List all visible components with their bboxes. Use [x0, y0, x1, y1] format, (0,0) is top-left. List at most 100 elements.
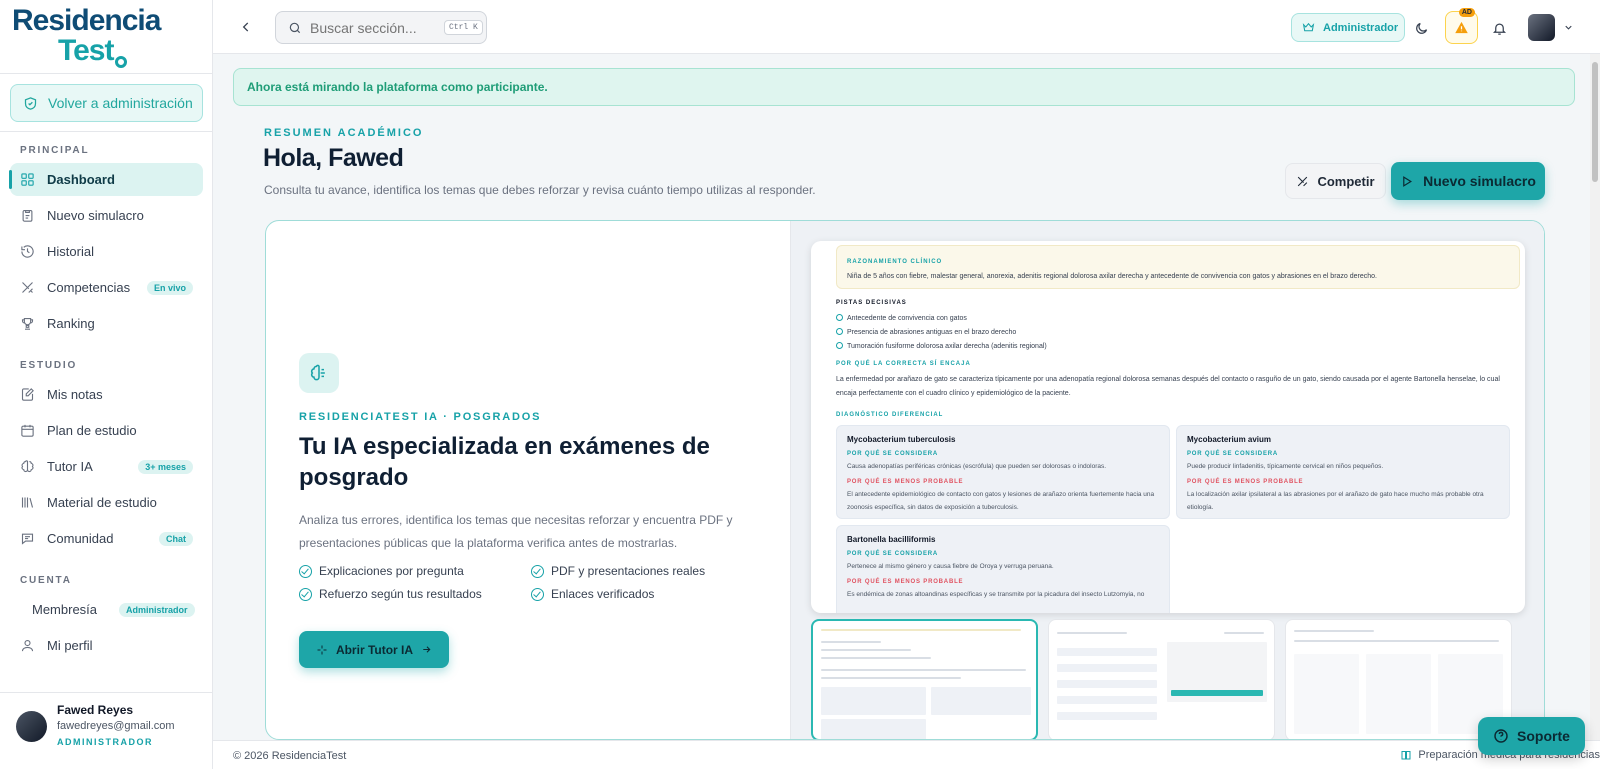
calendar-icon [21, 424, 34, 437]
clinical-reasoning-box: RAZONAMIENTO CLÍNICO Niña de 5 años con … [836, 245, 1520, 289]
page-subtitle: Consulta tu avance, identifica los temas… [264, 183, 816, 197]
search-shortcut: Ctrl K [444, 20, 483, 35]
check-circle-icon [836, 342, 843, 349]
sidebar: Residencia Test Volver a administración … [0, 0, 213, 769]
chat-icon [21, 533, 34, 545]
section-title-estudio: ESTUDIO [20, 360, 78, 371]
sidebar-item-label: Tutor IA [47, 459, 93, 474]
preview-panel: RAZONAMIENTO CLÍNICO Niña de 5 años con … [790, 221, 1544, 739]
check-circle-icon [836, 328, 843, 335]
sidebar-item-plan-de-estudio[interactable]: Plan de estudio [10, 414, 203, 447]
warning-button[interactable]: AD [1445, 8, 1478, 44]
sidebar-item-comunidad[interactable]: Comunidad Chat [10, 522, 203, 555]
open-tutor-button[interactable]: Abrir Tutor IA [299, 631, 449, 668]
notifications-button[interactable] [1484, 13, 1514, 43]
card-name: Mycobacterium avium [1187, 435, 1272, 444]
tutor-badge: 3+ meses [138, 459, 193, 474]
chevron-down-icon [1565, 25, 1572, 30]
open-tutor-label: Abrir Tutor IA [335, 642, 414, 657]
logo-text-test: Test [58, 36, 128, 68]
logo[interactable]: Residencia Test [0, 0, 212, 74]
search-box[interactable]: Ctrl K [275, 11, 487, 44]
swords-icon [22, 282, 33, 293]
check-circle-icon [299, 587, 312, 601]
warning-icon [1455, 21, 1468, 34]
chat-badge: Chat [159, 531, 193, 546]
bell-icon [1492, 23, 1506, 35]
section-title-cuenta: CUENTA [20, 575, 72, 586]
chevron-left-icon [242, 22, 249, 32]
admin-badge-small: Administrador [119, 602, 195, 617]
dashboard-grid-icon [21, 173, 34, 186]
card-text: Causa adenopatías periféricas crónicas (… [847, 463, 1107, 470]
admin-role-button[interactable]: Administrador [1291, 13, 1405, 42]
profile-name: Fawed Reyes [57, 703, 134, 717]
sidebar-item-label: Comunidad [47, 531, 114, 546]
scrollbar-thumb[interactable] [1592, 62, 1598, 182]
shield-icon [24, 96, 37, 110]
history-icon [21, 245, 34, 258]
sidebar-item-label: Competencias [47, 280, 131, 295]
new-simulation-label: Nuevo simulacro [1423, 173, 1536, 189]
brain-icon [299, 353, 339, 393]
preview-thumbnail[interactable] [811, 619, 1038, 739]
why-label: POR QUÉ SE CONSIDERA [1187, 451, 1279, 457]
search-input[interactable] [310, 19, 436, 36]
sidebar-item-mi-perfil[interactable]: Mi perfil [10, 629, 203, 662]
section-title-principal: PRINCIPAL [20, 145, 90, 156]
sidebar-item-label: Dashboard [47, 172, 115, 187]
profile-card[interactable]: Fawed Reyes fawedreyes@gmail.com ADMINIS… [0, 692, 213, 769]
sidebar-item-ranking[interactable]: Ranking [10, 307, 203, 340]
logo-text-residencia: Residencia [12, 4, 161, 37]
compete-button[interactable]: Competir [1285, 163, 1386, 199]
check-circle-icon [531, 564, 544, 578]
differential-card: Bartonella bacilliformis POR QUÉ SE CONS… [836, 525, 1170, 613]
brain-icon [21, 460, 34, 473]
card-name: Bartonella bacilliformis [847, 535, 936, 544]
card-text: Puede producir linfadenitis, típicamente… [1187, 463, 1384, 470]
support-button[interactable]: Soporte [1478, 717, 1585, 755]
hero-title: Tu IA especializada en exámenes de posgr… [299, 433, 710, 491]
avatar [16, 711, 47, 742]
correct-text: La enfermedad por arañazo de gato se car… [836, 376, 1500, 383]
less-label: POR QUÉ ES MENOS PROBABLE [847, 479, 964, 485]
feature-item: Refuerzo según tus resultados [299, 587, 482, 601]
sidebar-item-membresia[interactable]: Membresía Administrador [10, 593, 203, 626]
user-menu-button[interactable] [1528, 13, 1576, 42]
swords-icon [1298, 176, 1308, 186]
why-label: POR QUÉ SE CONSIDERA [847, 551, 939, 557]
profile-role: ADMINISTRADOR [57, 737, 153, 747]
sidebar-item-competencias[interactable]: Competencias En vivo [10, 271, 203, 304]
crown-icon [1302, 22, 1315, 32]
ai-tutor-hero: RESIDENCIATEST IA · POSGRADOS Tu IA espe… [265, 220, 1545, 740]
back-to-admin-button[interactable]: Volver a administración [10, 84, 203, 122]
sidebar-item-nuevo-simulacro[interactable]: Nuevo simulacro [10, 199, 203, 232]
sidebar-item-historial[interactable]: Historial [10, 235, 203, 268]
new-simulation-button[interactable]: Nuevo simulacro [1391, 162, 1545, 200]
hero-eyebrow: RESIDENCIATEST IA · POSGRADOS [299, 411, 542, 423]
less-label: POR QUÉ ES MENOS PROBABLE [847, 579, 964, 585]
sidebar-item-mis-notas[interactable]: Mis notas [10, 378, 203, 411]
notes-icon [21, 388, 34, 401]
preview-thumbnail[interactable] [1048, 619, 1275, 739]
live-badge: En vivo [146, 280, 193, 295]
sidebar-item-label: Material de estudio [47, 495, 157, 510]
sidebar-item-dashboard[interactable]: Dashboard [9, 163, 203, 196]
card-text: El antecedente epidemiológico de contact… [847, 491, 1155, 511]
sidebar-item-label: Membresía [32, 602, 98, 617]
theme-toggle-button[interactable] [1406, 13, 1436, 43]
copyright: © 2026 ResidenciaTest [233, 750, 347, 762]
hero-description: Analiza tus errores, identifica los tema… [299, 513, 733, 550]
sidebar-item-tutor-ia[interactable]: Tutor IA 3+ meses [10, 450, 203, 483]
check-circle-icon [299, 564, 312, 578]
sidebar-item-label: Plan de estudio [47, 423, 137, 438]
back-button[interactable] [235, 14, 257, 40]
sidebar-item-label: Mis notas [47, 387, 103, 402]
card-text: La localización axilar ipsilateral a las… [1187, 491, 1484, 511]
clipboard-icon [22, 209, 33, 222]
sidebar-item-material-de-estudio[interactable]: Material de estudio [10, 486, 203, 519]
back-to-admin-label: Volver a administración [48, 95, 193, 111]
sidebar-item-label: Ranking [47, 316, 95, 331]
clinical-text: Niña de 5 años con fiebre, malestar gene… [847, 273, 1377, 280]
card-text: Pertenece al mismo género y causa fiebre… [847, 563, 1054, 570]
